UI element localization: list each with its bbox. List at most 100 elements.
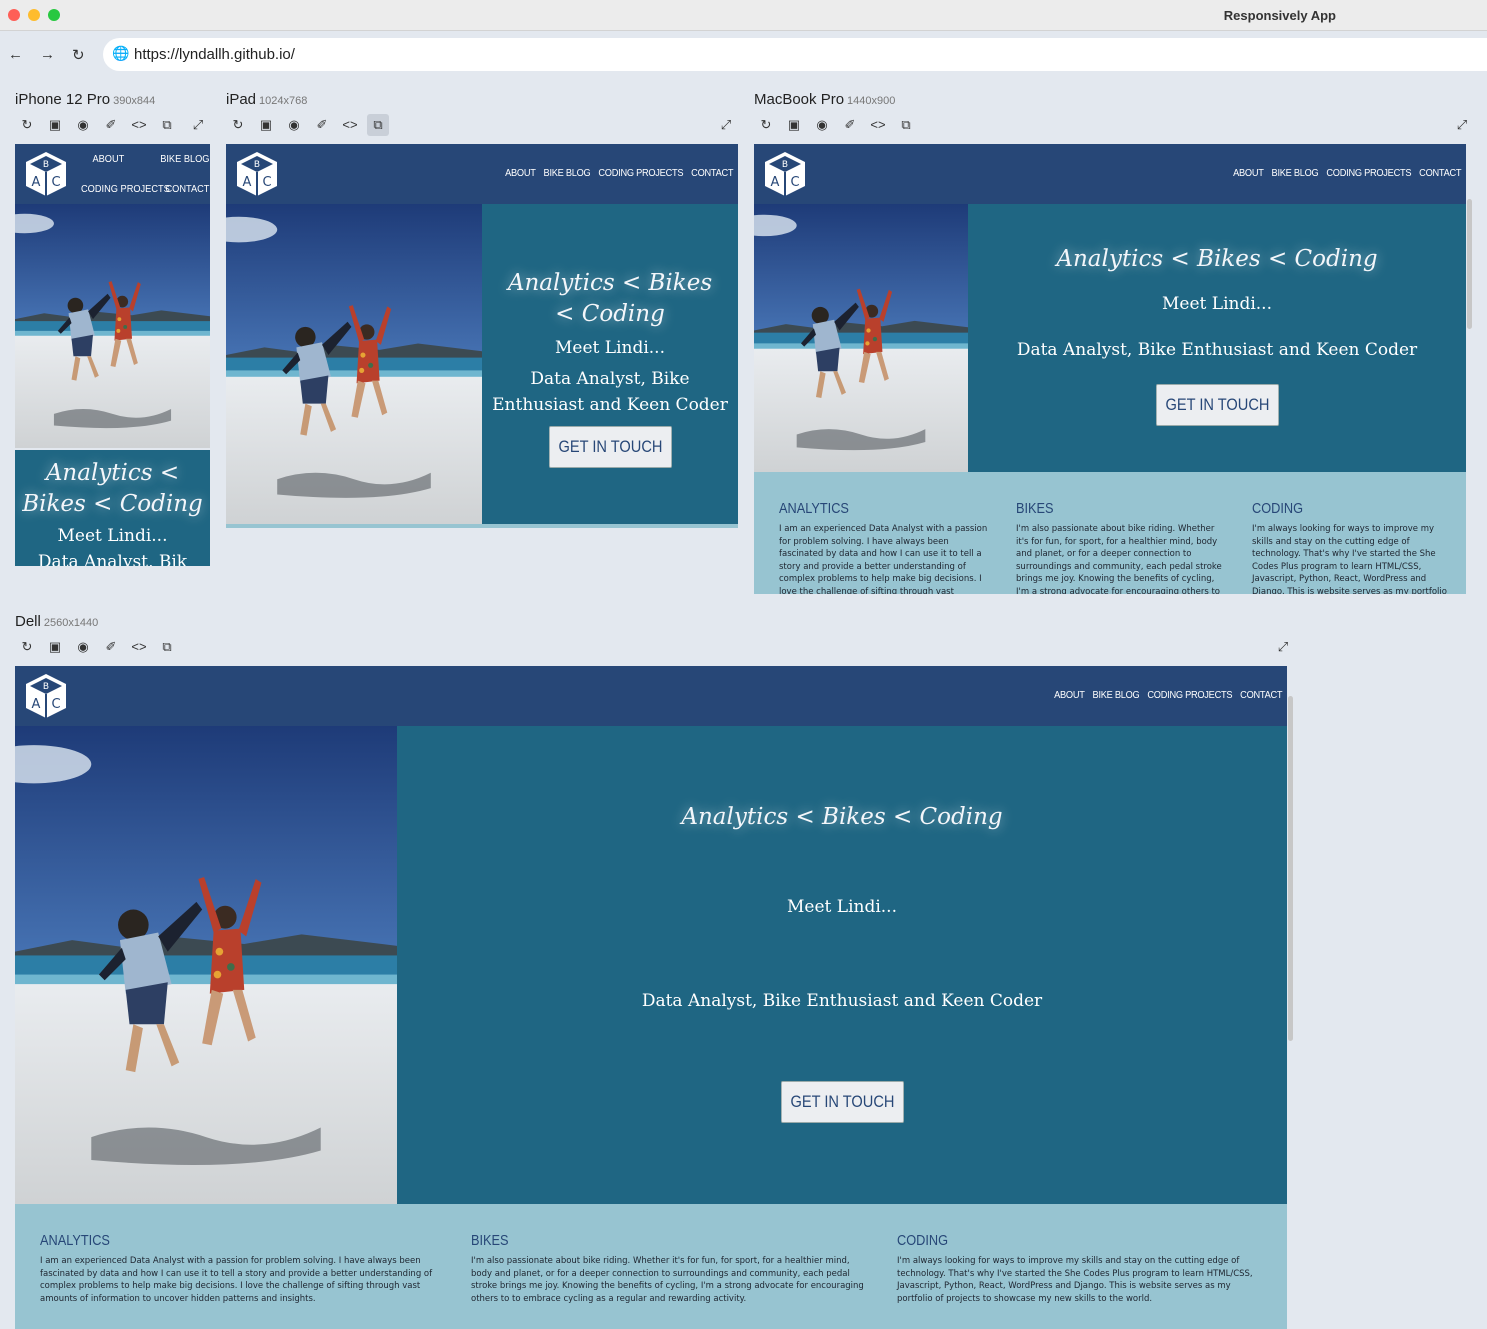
column-text: I am an experienced Data Analyst with a … bbox=[40, 1256, 433, 1304]
nav-coding-projects[interactable]: CODING PROJECTS bbox=[1147, 689, 1232, 701]
code-icon[interactable]: <> bbox=[128, 114, 150, 136]
expand-icon[interactable]: ⤢ bbox=[715, 114, 737, 136]
rotate-icon[interactable]: ⧉ bbox=[156, 114, 178, 136]
hero-panel: Analytics < Bikes < Coding Meet Lindi...… bbox=[397, 726, 1287, 1204]
nav-coding-projects[interactable]: CODING PROJECTS bbox=[1326, 167, 1411, 179]
nav-about[interactable]: ABOUT bbox=[1233, 167, 1264, 179]
site-header: BAC ABOUT BIKE BLOG CODING PROJECTS CONT… bbox=[226, 144, 738, 204]
nav-about[interactable]: ABOUT bbox=[92, 153, 124, 165]
eyedropper-icon[interactable]: ✐ bbox=[100, 114, 122, 136]
nav-coding-projects[interactable]: CODING PROJECTS bbox=[598, 167, 683, 179]
svg-text:C: C bbox=[790, 175, 799, 190]
code-icon[interactable]: <> bbox=[867, 114, 889, 136]
zoom-window-button[interactable] bbox=[48, 9, 60, 21]
eyedropper-icon[interactable]: ✐ bbox=[839, 114, 861, 136]
expand-icon[interactable]: ⤢ bbox=[1451, 114, 1473, 136]
device-label: iPhone 12 Pro 390x844 bbox=[15, 91, 156, 108]
hero-panel: Analytics < Bikes < Coding Meet Lindi...… bbox=[482, 204, 738, 524]
expand-icon[interactable]: ⤢ bbox=[187, 114, 209, 136]
url-field[interactable]: 🌐 https://lyndallh.github.io/ bbox=[103, 38, 1487, 71]
eyedropper-icon[interactable]: ✐ bbox=[100, 636, 122, 658]
svg-text:A: A bbox=[243, 175, 252, 190]
svg-text:C: C bbox=[51, 697, 60, 712]
rotate-icon[interactable]: ⧉ bbox=[156, 636, 178, 658]
site-nav: ABOUT BIKE BLOG CODING PROJECTS CONTACT bbox=[1054, 689, 1282, 701]
hero-title: Analytics < Bikes < Coding bbox=[507, 270, 713, 327]
svg-text:B: B bbox=[254, 160, 260, 170]
hero-title: Analytics < Bikes < Coding bbox=[681, 804, 1003, 830]
code-icon[interactable]: <> bbox=[128, 636, 150, 658]
intro-section: ANALYTICS I am an experienced Data Analy… bbox=[15, 1204, 1287, 1329]
device-ipad: iPad 1024x768 ↻ ▣ ◉ ✐ <> ⧉ ⤢ BAC ABOUT BI… bbox=[226, 91, 738, 528]
reload-icon[interactable]: ↻ bbox=[72, 46, 85, 64]
site-header: BAC ABOUT BIKE BLOG CODING PROJECTS CONT… bbox=[754, 144, 1466, 204]
screenshot-full-icon[interactable]: ▣ bbox=[44, 636, 66, 658]
viewport-scrollbar[interactable] bbox=[1467, 199, 1472, 329]
column-heading: BIKES bbox=[471, 1232, 509, 1249]
eyedropper-icon[interactable]: ✐ bbox=[311, 114, 333, 136]
site-header: BAC ABOUT BIKE BLOG CODING PROJECTS CONT… bbox=[15, 144, 210, 204]
refresh-icon[interactable]: ↻ bbox=[755, 114, 777, 136]
site-nav: ABOUT BIKE BLOG CODING PROJECTS CONTACT bbox=[505, 167, 733, 179]
nav-contact[interactable]: CONTACT bbox=[691, 167, 733, 179]
nav-bike-blog[interactable]: BIKE BLOG bbox=[1271, 167, 1318, 179]
nav-coding-projects[interactable]: CODING PROJECTS bbox=[81, 183, 170, 195]
rotate-icon[interactable]: ⧉ bbox=[367, 114, 389, 136]
device-viewport[interactable]: BAC ABOUT BIKE BLOG CODING PROJECTS CONT… bbox=[15, 144, 210, 566]
refresh-icon[interactable]: ↻ bbox=[16, 114, 38, 136]
nav-about[interactable]: ABOUT bbox=[505, 167, 536, 179]
column-text: I'm always looking for ways to improve m… bbox=[897, 1256, 1253, 1304]
svg-text:B: B bbox=[43, 682, 49, 692]
nav-bike-blog[interactable]: BIKE BLOG bbox=[1092, 689, 1139, 701]
column-heading: ANALYTICS bbox=[779, 500, 849, 517]
coding-column: CODING I'm always looking for ways to im… bbox=[897, 1232, 1267, 1305]
screenshot-full-icon[interactable]: ▣ bbox=[783, 114, 805, 136]
abc-logo-icon: BA C bbox=[765, 152, 805, 196]
refresh-icon[interactable]: ↻ bbox=[227, 114, 249, 136]
screenshot-full-icon[interactable]: ▣ bbox=[44, 114, 66, 136]
rotate-icon[interactable]: ⧉ bbox=[895, 114, 917, 136]
hero-panel: Analytics < Bikes < Coding Meet Lindi...… bbox=[15, 450, 210, 566]
get-in-touch-button[interactable]: GET IN TOUCH bbox=[1155, 384, 1279, 426]
column-text: I'm always looking for ways to improve m… bbox=[1252, 524, 1447, 594]
back-arrow-icon[interactable]: ← bbox=[8, 46, 23, 63]
coding-column: CODING I'm always looking for ways to im… bbox=[1252, 500, 1447, 594]
minimize-window-button[interactable] bbox=[28, 9, 40, 21]
column-heading: BIKES bbox=[1016, 500, 1054, 517]
device-macbook: MacBook Pro 1440x900 ↻ ▣ ◉ ✐ <> ⧉ ⤢ BAC A… bbox=[754, 91, 1474, 595]
hero-title: Analytics < Bikes < Coding bbox=[22, 460, 203, 517]
svg-text:B: B bbox=[43, 160, 49, 170]
hero-photo bbox=[15, 204, 210, 448]
window-titlebar: Responsively App bbox=[0, 0, 1487, 31]
code-icon[interactable]: <> bbox=[339, 114, 361, 136]
nav-bike-blog[interactable]: BIKE BLOG bbox=[543, 167, 590, 179]
hero-photo bbox=[754, 204, 968, 472]
refresh-icon[interactable]: ↻ bbox=[16, 636, 38, 658]
abc-logo-icon: BA C bbox=[237, 152, 277, 196]
device-label: MacBook Pro 1440x900 bbox=[754, 91, 896, 108]
expand-icon[interactable]: ⤢ bbox=[1272, 636, 1294, 658]
abc-logo-icon: BA C bbox=[26, 152, 66, 196]
camera-icon[interactable]: ◉ bbox=[72, 114, 94, 136]
camera-icon[interactable]: ◉ bbox=[283, 114, 305, 136]
camera-icon[interactable]: ◉ bbox=[811, 114, 833, 136]
get-in-touch-button[interactable]: GET IN TOUCH bbox=[548, 426, 672, 468]
device-viewport[interactable]: BAC ABOUT BIKE BLOG CODING PROJECTS CONT… bbox=[754, 144, 1474, 594]
nav-about[interactable]: ABOUT bbox=[1054, 689, 1085, 701]
forward-arrow-icon[interactable]: → bbox=[40, 46, 55, 63]
get-in-touch-button[interactable]: GET IN TOUCH bbox=[780, 1081, 904, 1123]
nav-bike-blog[interactable]: BIKE BLOG bbox=[160, 153, 209, 165]
viewport-scrollbar[interactable] bbox=[1288, 696, 1293, 1041]
camera-icon[interactable]: ◉ bbox=[72, 636, 94, 658]
close-window-button[interactable] bbox=[8, 9, 20, 21]
device-viewport[interactable]: BAC ABOUT BIKE BLOG CODING PROJECTS CONT… bbox=[15, 666, 1295, 1329]
nav-contact[interactable]: CONTACT bbox=[1240, 689, 1282, 701]
device-viewport[interactable]: BAC ABOUT BIKE BLOG CODING PROJECTS CONT… bbox=[226, 144, 738, 528]
hero-meet: Meet Lindi... bbox=[1162, 294, 1272, 314]
column-text: I am an experienced Data Analyst with a … bbox=[779, 524, 988, 594]
screenshot-full-icon[interactable]: ▣ bbox=[255, 114, 277, 136]
device-label: iPad 1024x768 bbox=[226, 91, 308, 108]
hero-tagline: Data Analyst, Bike Enthusiast and Keen C… bbox=[1016, 340, 1418, 360]
nav-contact[interactable]: CONTACT bbox=[165, 183, 209, 195]
nav-contact[interactable]: CONTACT bbox=[1419, 167, 1461, 179]
